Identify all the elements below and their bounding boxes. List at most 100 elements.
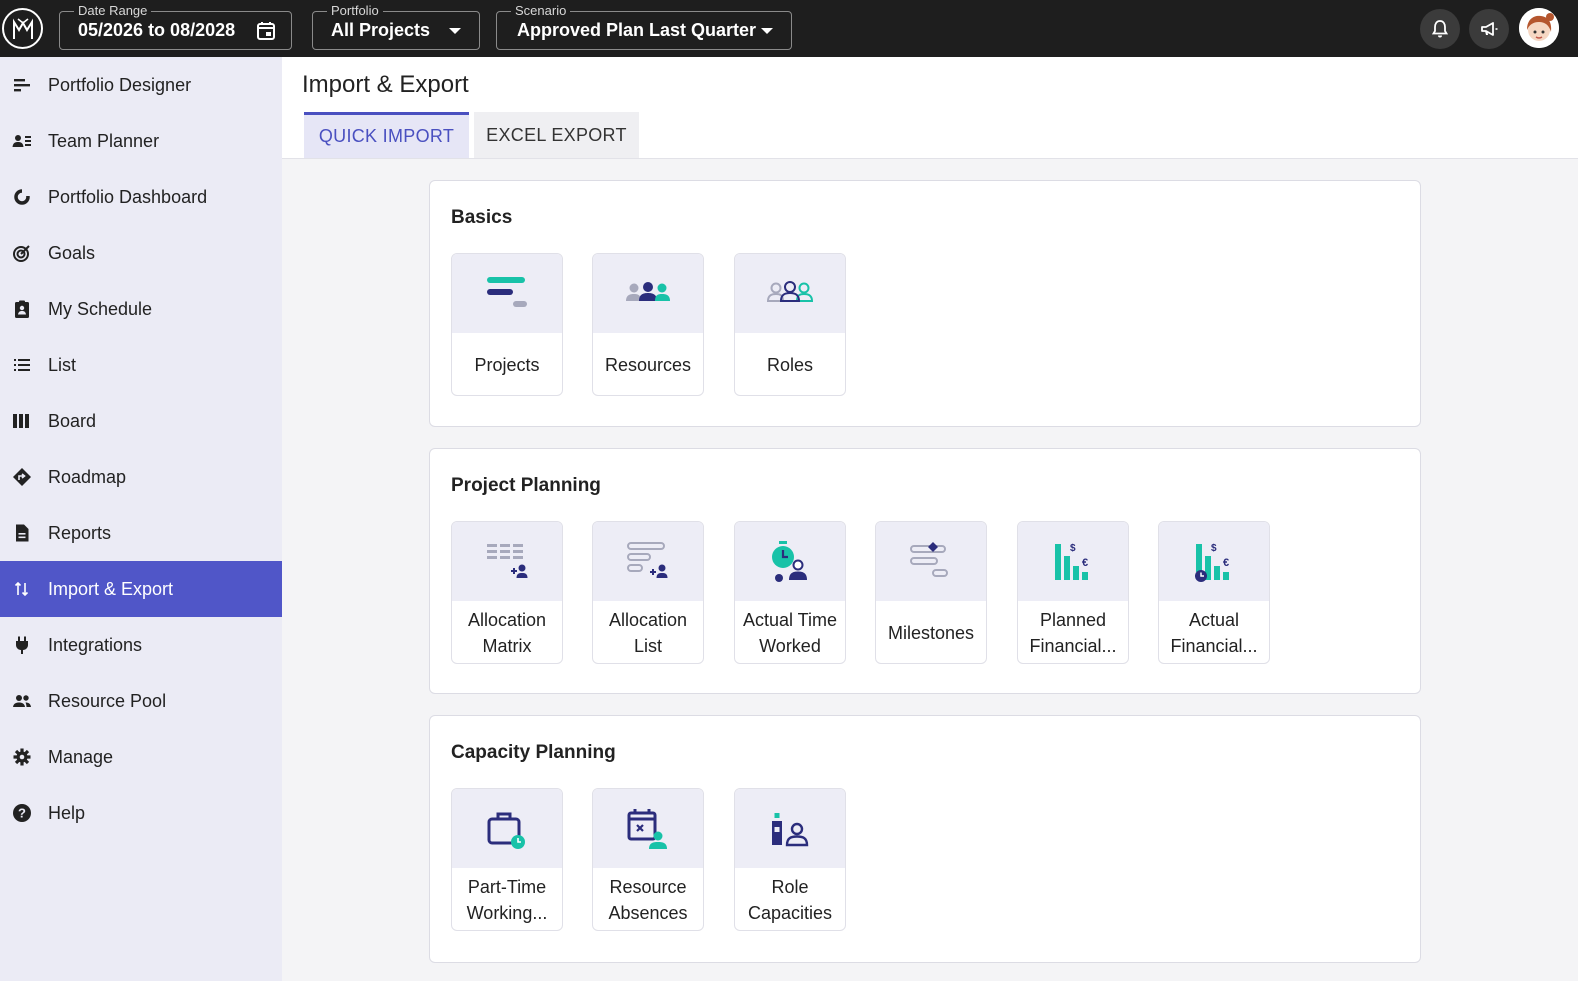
tab-excel-export[interactable]: EXCEL EXPORT [474,112,639,158]
date-range-picker[interactable]: Date Range 05/2026 to 08/2028 [59,3,292,50]
tile-resources[interactable]: Resources [592,253,704,396]
tile-actual-financial[interactable]: $ € Actual Financial... [1158,521,1270,664]
tile-part-time-working[interactable]: Part-Time Working... [451,788,563,931]
section-basics: Basics Projects Resources Roles [429,180,1421,427]
tile-allocation-matrix[interactable]: Allocation Matrix [451,521,563,664]
tile-label: Allocation List [608,610,688,656]
tile-label: Resources [604,355,692,375]
allocation-list-icon [627,541,668,578]
tile-label: Projects [474,355,540,375]
sidebar-item-label: Import & Export [48,578,174,599]
actual-financial-icon: $€ [1195,543,1229,582]
sidebar-item-import-export[interactable]: Import & Export [0,561,282,617]
sidebar: Portfolio Designer Team Planner Portfoli… [0,57,282,981]
absence-icon [627,808,667,849]
clipboard-user-icon [11,298,33,320]
tile-planned-financial[interactable]: $ € Planned Financial... [1017,521,1129,664]
sidebar-item-label: My Schedule [48,298,153,319]
part-time-icon [487,812,525,849]
tile-label: Resource Absences [608,877,688,923]
roles-icon [766,280,814,302]
sidebar-item-label: Resource Pool [48,690,167,711]
page-title: Import & Export [302,71,469,98]
road-sign-icon [11,466,33,488]
svg-text:€: € [1082,557,1088,569]
plug-icon [11,634,33,656]
notifications-button[interactable] [1420,9,1460,49]
tile-label: Role Capacities [747,877,833,923]
tile-allocation-list[interactable]: Allocation List [592,521,704,664]
sidebar-item-portfolio-designer[interactable]: Portfolio Designer [0,57,282,113]
tab-quick-import[interactable]: QUICK IMPORT [304,112,469,158]
help-icon: ? [11,802,33,824]
import-export-icon [11,578,33,600]
app-logo[interactable] [2,8,43,49]
sidebar-item-label: Goals [48,242,96,263]
sidebar-item-label: Portfolio Dashboard [48,186,208,207]
tile-label: Part-Time Working... [466,877,548,923]
date-range-value: 05/2026 to 08/2028 [78,20,236,40]
scenario-value: Approved Plan Last Quarter [517,20,757,40]
sidebar-item-reports[interactable]: Reports [0,505,282,561]
top-bar: Date Range 05/2026 to 08/2028 Portfolio … [0,0,1578,57]
section-title: Project Planning [451,475,601,496]
sidebar-item-list[interactable]: List [0,337,282,393]
tile-milestones[interactable]: Milestones [875,521,987,664]
planned-financial-icon: $€ [1055,543,1088,580]
board-icon [11,410,33,432]
tile-label: Actual Financial... [1170,610,1258,656]
announcements-button[interactable] [1469,9,1509,49]
calendar-icon[interactable] [255,20,277,42]
tile-label: Milestones [887,623,975,643]
gear-icon [11,746,33,768]
user-avatar[interactable] [1519,8,1559,48]
sidebar-item-team-planner[interactable]: Team Planner [0,113,282,169]
team-icon [11,130,33,152]
section-title: Capacity Planning [451,742,616,763]
tile-role-capacities[interactable]: Role Capacities [734,788,846,931]
sidebar-item-help[interactable]: ? Help [0,785,282,841]
svg-text:$: $ [1070,543,1076,554]
sidebar-item-board[interactable]: Board [0,393,282,449]
section-title: Basics [451,207,513,228]
chevron-down-icon [449,28,461,34]
tile-projects[interactable]: Projects [451,253,563,396]
portfolio-legend: Portfolio [327,3,383,19]
people-icon [11,690,33,712]
target-icon [11,242,33,264]
portfolio-value: All Projects [331,20,431,40]
tile-actual-time-worked[interactable]: Actual Time Worked [734,521,846,664]
sidebar-item-label: Manage [48,746,114,767]
sidebar-item-portfolio-dashboard[interactable]: Portfolio Dashboard [0,169,282,225]
section-project-planning: Project Planning Allocation Matrix Alloc… [429,448,1421,694]
document-icon [11,522,33,544]
sidebar-item-label: Roadmap [48,466,127,487]
sidebar-item-resource-pool[interactable]: Resource Pool [0,673,282,729]
sidebar-item-integrations[interactable]: Integrations [0,617,282,673]
allocation-matrix-icon [487,543,528,578]
tile-label: Planned Financial... [1029,610,1117,656]
sidebar-item-label: Integrations [48,634,143,655]
tile-resource-absences[interactable]: Resource Absences [592,788,704,931]
sidebar-item-manage[interactable]: Manage [0,729,282,785]
scenario-legend: Scenario [511,3,571,19]
sidebar-item-my-schedule[interactable]: My Schedule [0,281,282,337]
portfolio-select[interactable]: Portfolio All Projects [312,3,480,50]
sidebar-item-roadmap[interactable]: Roadmap [0,449,282,505]
tile-label: Allocation Matrix [467,610,547,656]
sidebar-item-goals[interactable]: Goals [0,225,282,281]
resources-icon [626,281,670,301]
scenario-select[interactable]: Scenario Approved Plan Last Quarter [496,3,792,50]
actual-time-icon [772,540,807,582]
tile-roles[interactable]: Roles [734,253,846,396]
svg-text:$: $ [1211,543,1217,554]
role-capacity-icon [772,812,809,846]
megaphone-icon [1481,22,1498,36]
gantt-icon [11,74,33,96]
date-range-legend: Date Range [74,3,152,19]
page-header: Import & Export QUICK IMPORT EXCEL EXPOR… [282,57,1578,159]
sidebar-item-label: Help [48,802,86,823]
sidebar-item-label: Team Planner [48,130,160,151]
sidebar-item-label: Portfolio Designer [48,74,192,95]
chevron-down-icon [761,28,773,34]
